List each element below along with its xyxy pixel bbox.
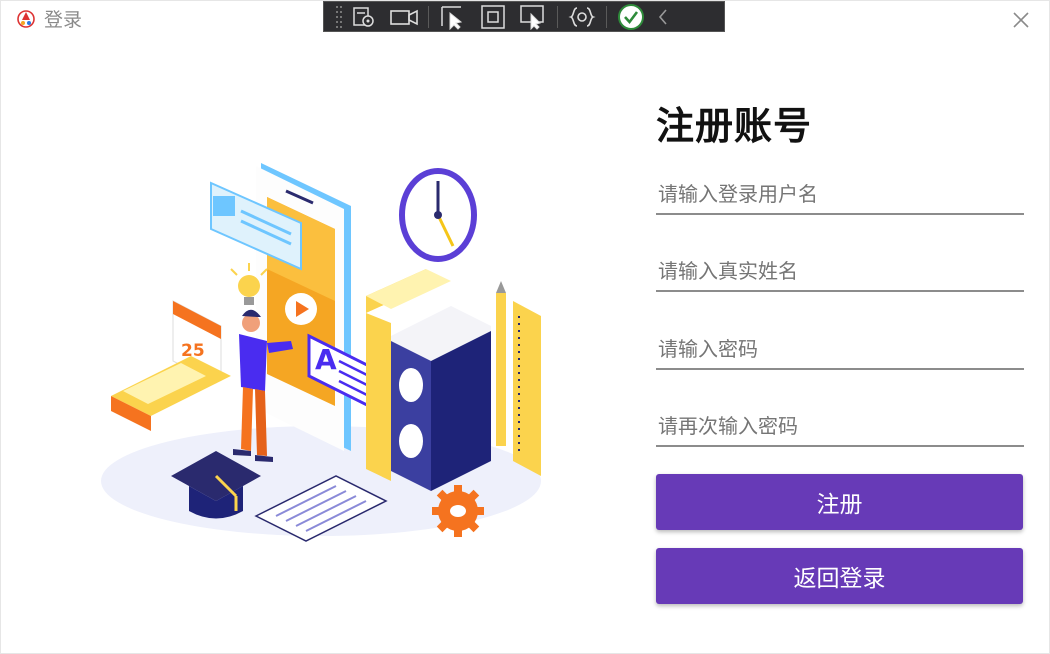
binding-button[interactable]: [562, 2, 602, 31]
track-focus-icon: [520, 4, 544, 30]
confirm-password-field[interactable]: [656, 407, 1024, 447]
collapse-toolbar-button[interactable]: [651, 2, 675, 31]
select-element-button[interactable]: [344, 2, 384, 31]
toolbar-grip[interactable]: [330, 2, 344, 31]
check-button[interactable]: [611, 2, 651, 31]
record-icon: [390, 9, 418, 25]
bounds-icon: [481, 4, 505, 29]
back-to-login-button[interactable]: 返回登录: [656, 548, 1023, 604]
toolbar-separator: [606, 5, 607, 28]
confirm-password-input[interactable]: [656, 407, 1024, 445]
form-title: 注册账号: [656, 104, 813, 148]
username-input[interactable]: [656, 175, 1024, 213]
realname-field[interactable]: [656, 252, 1024, 292]
register-window: 登录 25 A 注册账号 请输入登录用户名 请输入真实姓名 注册 返回登录: [0, 0, 1050, 654]
username-field[interactable]: [656, 175, 1024, 215]
collapse-icon: [658, 8, 667, 25]
password-input[interactable]: [656, 330, 1024, 368]
binding-icon: [568, 6, 596, 27]
track-focus-button[interactable]: [513, 2, 553, 31]
close-button[interactable]: [1005, 5, 1037, 35]
window-title: 登录: [44, 9, 83, 31]
toolbar-separator: [428, 5, 429, 28]
password-field[interactable]: [656, 330, 1024, 370]
select-element-icon: [353, 6, 374, 27]
realname-input[interactable]: [656, 252, 1024, 290]
check-icon: [618, 3, 644, 30]
education-illustration: 25 A: [101, 163, 541, 542]
debug-toolbar: [323, 1, 725, 32]
select-icon: [441, 5, 463, 30]
record-button[interactable]: [384, 2, 424, 31]
toolbar-separator: [557, 5, 558, 28]
close-icon: [1013, 12, 1029, 28]
register-button[interactable]: 注册: [656, 474, 1023, 530]
select-button[interactable]: [433, 2, 473, 31]
app-logo-icon: [17, 10, 35, 28]
bounds-button[interactable]: [473, 2, 513, 31]
card-letter: A: [315, 343, 337, 376]
